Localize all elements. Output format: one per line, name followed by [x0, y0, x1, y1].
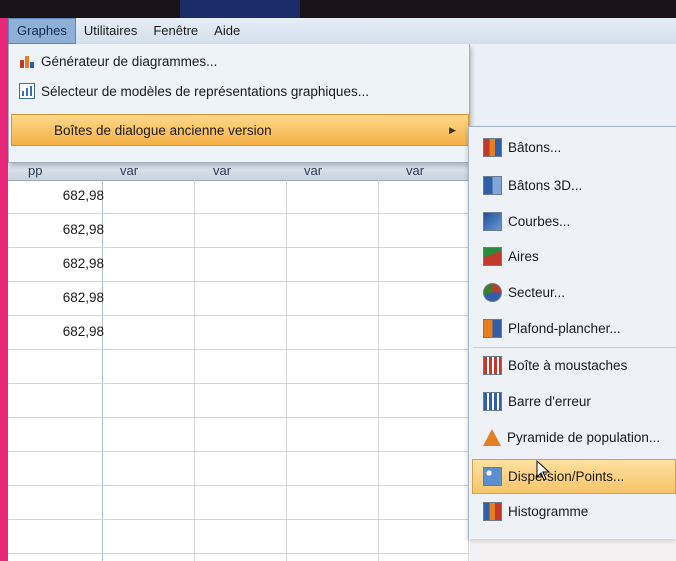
submenu-item-label: Bâtons... — [508, 140, 562, 155]
menu-utilitaires[interactable]: Utilitaires — [76, 19, 145, 43]
menu-graphes[interactable]: Graphes — [8, 18, 76, 44]
table-row[interactable] — [8, 520, 470, 554]
cell-pp[interactable]: 682,98 — [63, 324, 104, 339]
mouse-cursor-icon — [536, 460, 551, 481]
top-strip-accent — [180, 0, 300, 18]
submenu-item-label: Courbes... — [508, 214, 571, 229]
submenu-item-label: Dispersion/Points... — [508, 469, 625, 484]
chart-builder-icon — [19, 53, 35, 69]
high-low-icon — [483, 319, 502, 338]
submenu-item-label: Plafond-plancher... — [508, 321, 621, 336]
submenu-item-label: Histogramme — [508, 504, 589, 519]
submenu-item-bar-3d[interactable]: Bâtons 3D... — [473, 169, 676, 202]
boxplot-icon — [483, 356, 502, 375]
menu-item-template-chooser[interactable]: Sélecteur de modèles de représentations … — [9, 76, 467, 106]
submenu-item-area[interactable]: Aires — [473, 240, 676, 273]
cell-pp[interactable]: 682,98 — [63, 188, 104, 203]
column-header-var[interactable]: var — [213, 163, 231, 178]
column-header-pp[interactable]: pp — [28, 163, 42, 178]
submenu-item-high-low[interactable]: Plafond-plancher... — [473, 312, 676, 345]
bar-chart-icon — [483, 138, 502, 157]
menu-fenetre[interactable]: Fenêtre — [145, 19, 206, 43]
submenu-item-histogram[interactable]: Histogramme — [473, 495, 676, 528]
table-row[interactable] — [8, 418, 470, 452]
menu-item-legacy-dialogs[interactable]: Boîtes de dialogue ancienne version ▶ — [11, 114, 469, 146]
submenu-arrow-icon: ▶ — [449, 124, 456, 135]
template-chooser-icon — [19, 83, 35, 99]
scatter-icon — [483, 467, 502, 486]
submenu-item-label: Barre d'erreur — [508, 394, 591, 409]
table-row[interactable] — [8, 486, 470, 520]
submenu-item-label: Bâtons 3D... — [508, 178, 583, 193]
submenu-item-boxplot[interactable]: Boîte à moustaches — [473, 349, 676, 382]
submenu-item-error-bar[interactable]: Barre d'erreur — [473, 385, 676, 418]
table-row[interactable]: 682,98 — [8, 180, 470, 214]
area-chart-icon — [483, 247, 502, 266]
histogram-icon — [483, 502, 502, 521]
table-row[interactable]: 682,98 — [8, 282, 470, 316]
toolbar-area — [468, 44, 676, 127]
table-row[interactable] — [8, 384, 470, 418]
table-row[interactable]: 682,98 — [8, 316, 470, 350]
column-header-var[interactable]: var — [406, 163, 424, 178]
menu-bar: Graphes Utilitaires Fenêtre Aide — [8, 18, 676, 45]
bar-3d-icon — [483, 176, 502, 195]
submenu-item-label: Secteur... — [508, 285, 566, 300]
submenu-item-scatter[interactable]: Dispersion/Points... — [472, 459, 676, 494]
cell-pp[interactable]: 682,98 — [63, 290, 104, 305]
submenu-item-label: Pyramide de population... — [507, 430, 661, 445]
submenu-item-label: Boîte à moustaches — [508, 358, 628, 373]
submenu-separator — [473, 347, 676, 348]
data-grid: pp var var var var 682,98 682,98 682,98 … — [8, 162, 470, 561]
submenu-item-label: Aires — [508, 249, 539, 264]
column-header-var[interactable]: var — [304, 163, 322, 178]
grid-header: pp var var var var — [8, 162, 470, 181]
submenu-item-population-pyramid[interactable]: Pyramide de population... — [473, 421, 676, 454]
population-pyramid-icon — [483, 429, 501, 446]
screen-frame — [0, 18, 8, 561]
table-row[interactable]: 682,98 — [8, 248, 470, 282]
table-row[interactable] — [8, 452, 470, 486]
submenu-item-bar[interactable]: Bâtons... — [473, 131, 676, 164]
column-header-var[interactable]: var — [120, 163, 138, 178]
menu-item-label: Sélecteur de modèles de représentations … — [41, 83, 369, 99]
pie-chart-icon — [483, 283, 502, 302]
line-chart-icon — [483, 212, 502, 231]
cell-pp[interactable]: 682,98 — [63, 256, 104, 271]
cell-pp[interactable]: 682,98 — [63, 222, 104, 237]
submenu-item-line[interactable]: Courbes... — [473, 205, 676, 238]
graphes-dropdown: Générateur de diagrammes... Sélecteur de… — [8, 44, 470, 163]
legacy-dialogs-submenu: Bâtons... Bâtons 3D... Courbes... Aires … — [468, 126, 676, 539]
table-row[interactable] — [8, 350, 470, 384]
error-bar-icon — [483, 392, 502, 411]
top-strip — [0, 0, 676, 18]
menu-item-label: Boîtes de dialogue ancienne version — [54, 122, 272, 138]
menu-aide[interactable]: Aide — [206, 19, 248, 43]
submenu-item-pie[interactable]: Secteur... — [473, 276, 676, 309]
menu-item-chart-builder[interactable]: Générateur de diagrammes... — [9, 46, 467, 76]
table-row[interactable]: 682,98 — [8, 214, 470, 248]
menu-item-label: Générateur de diagrammes... — [41, 53, 218, 69]
